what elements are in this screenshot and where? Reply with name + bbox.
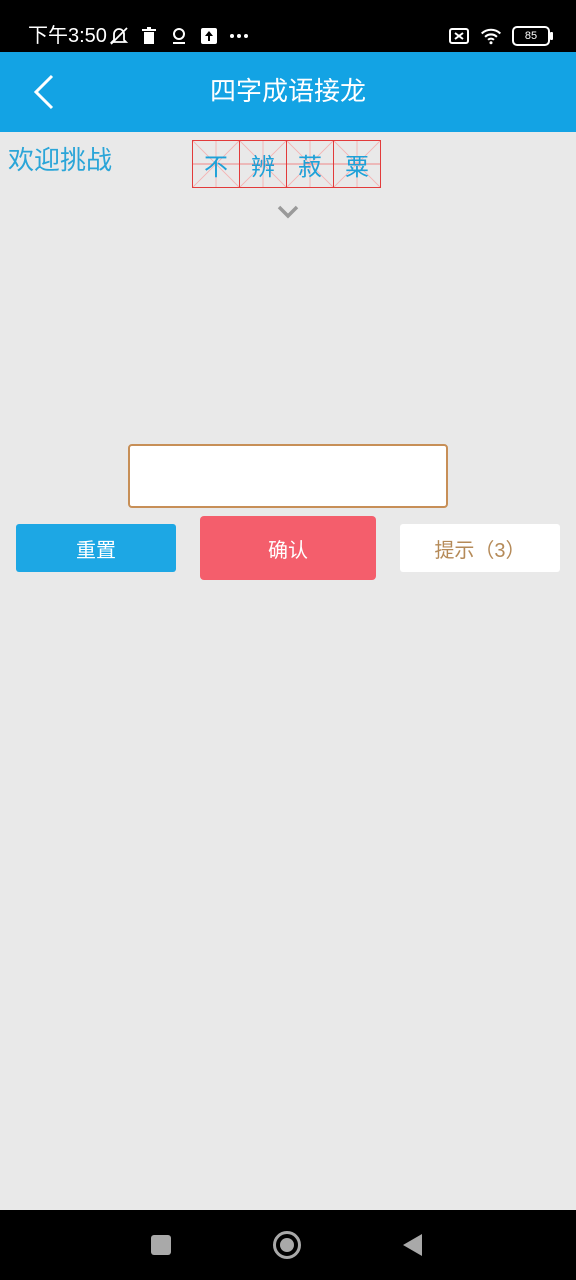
system-nav-bar xyxy=(0,1210,576,1280)
mute-icon xyxy=(108,25,130,47)
hint-button[interactable]: 提示（3） xyxy=(400,524,560,572)
recent-apps-button[interactable] xyxy=(146,1230,176,1260)
status-bar: 下午3:50 85 xyxy=(0,0,576,52)
idiom-char-cell: 不 xyxy=(192,140,240,188)
confirm-button[interactable]: 确认 xyxy=(200,516,376,580)
back-nav-icon xyxy=(403,1234,422,1256)
expand-toggle[interactable] xyxy=(276,200,300,224)
status-icons-left xyxy=(108,22,250,50)
trash-icon xyxy=(138,25,160,47)
reset-button[interactable]: 重置 xyxy=(16,524,176,572)
page-title: 四字成语接龙 xyxy=(209,77,366,107)
idiom-char: 辨 xyxy=(251,152,275,181)
app-bar: 四字成语接龙 xyxy=(0,52,576,132)
idiom-grid: 不 辨 菽 粟 xyxy=(192,140,381,188)
answer-input[interactable] xyxy=(128,444,448,508)
idiom-char-cell: 菽 xyxy=(286,140,334,188)
location-icon xyxy=(168,25,190,47)
idiom-char-cell: 粟 xyxy=(333,140,381,188)
back-nav-button[interactable] xyxy=(398,1230,428,1260)
status-icons-right: 85 xyxy=(448,22,553,50)
more-icon xyxy=(228,25,250,47)
chevron-down-icon xyxy=(277,205,299,219)
home-button[interactable] xyxy=(272,1230,302,1260)
home-icon xyxy=(273,1231,301,1259)
welcome-label: 欢迎挑战 xyxy=(8,146,113,176)
wifi-icon xyxy=(480,25,502,47)
idiom-char: 不 xyxy=(204,152,228,181)
recent-apps-icon xyxy=(151,1235,171,1255)
idiom-char: 菽 xyxy=(298,152,322,181)
battery-icon: 85 xyxy=(512,26,553,46)
status-time: 下午3:50 xyxy=(28,25,107,47)
idiom-char-cell: 辨 xyxy=(239,140,287,188)
sim-off-icon xyxy=(448,25,470,47)
idiom-char: 粟 xyxy=(345,152,369,181)
upload-icon xyxy=(198,25,220,47)
